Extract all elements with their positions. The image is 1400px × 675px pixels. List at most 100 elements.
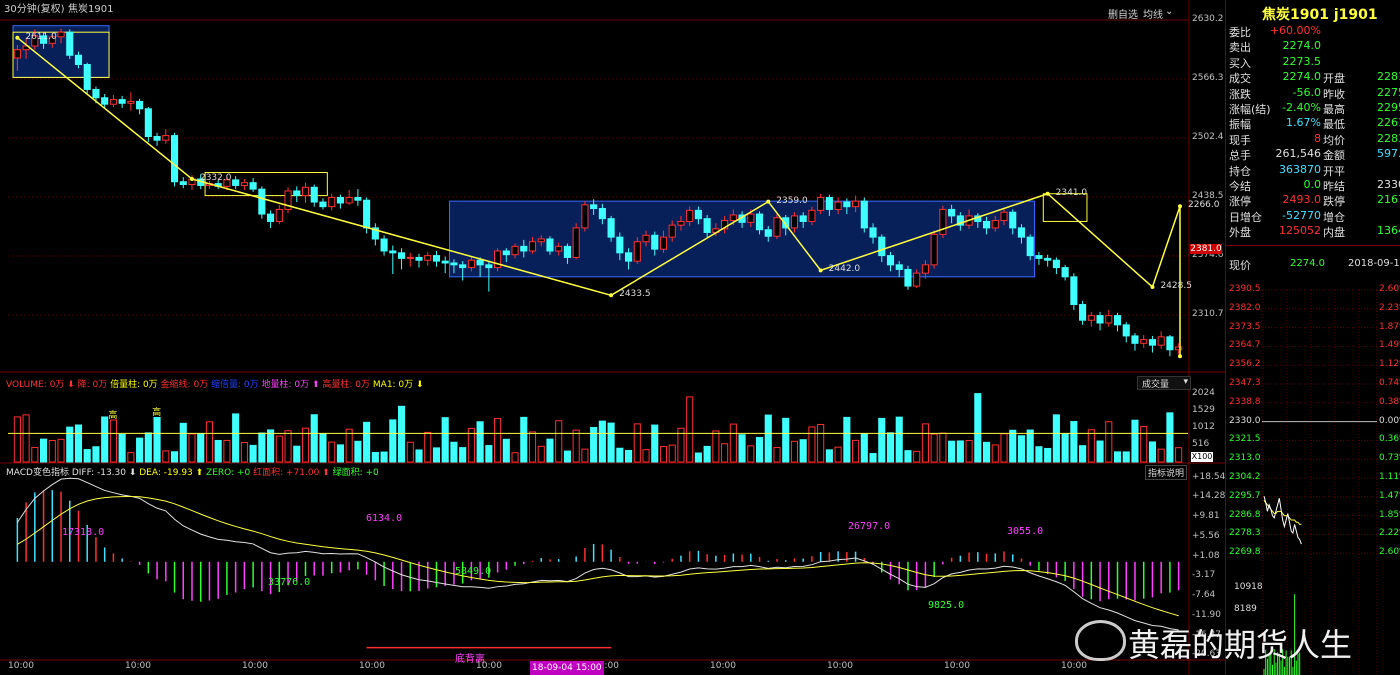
candle	[92, 88, 100, 99]
candle	[336, 196, 344, 204]
candle	[380, 238, 388, 252]
candle	[555, 245, 563, 252]
volume-bar	[153, 416, 161, 463]
candle	[747, 213, 755, 223]
volume-bar	[860, 433, 868, 463]
macd-tick-label: -11.90	[1192, 609, 1222, 620]
volume-bar	[572, 429, 580, 463]
volume-bar	[380, 451, 388, 463]
candle	[537, 238, 545, 243]
macd-legend-item: 绿面积: +0	[332, 468, 379, 478]
volume-bar	[729, 423, 737, 463]
quote-key: 现手	[1229, 133, 1251, 147]
volume-bar	[371, 451, 379, 463]
volume-bar	[179, 422, 187, 463]
volume-bar	[354, 440, 362, 463]
candle	[240, 182, 248, 186]
volume-bar	[799, 439, 807, 463]
candle	[755, 213, 764, 231]
candle	[258, 188, 266, 215]
pivot-price-label: 2266.0	[1188, 200, 1220, 211]
quote-value: 2261	[1377, 116, 1400, 130]
candle	[275, 208, 283, 222]
volume-bar	[40, 438, 48, 463]
quote-key: 最低	[1323, 118, 1345, 132]
volume-bar	[144, 432, 152, 463]
macd-area-label: 33776.0	[268, 577, 311, 588]
mini-left-tick: 2286.8	[1229, 509, 1261, 520]
mini-volume-tick: 10918	[1234, 582, 1263, 592]
volume-bar	[275, 435, 283, 463]
volume-bar	[1079, 445, 1087, 463]
candle	[886, 255, 895, 266]
quote-row: 今结 0.0昨结 2330	[1229, 178, 1400, 193]
candle	[686, 209, 694, 222]
volume-bar	[852, 439, 860, 463]
candle	[659, 236, 668, 250]
quote-value: 2167	[1377, 193, 1400, 207]
volume-bar	[1044, 447, 1052, 463]
candle	[1148, 339, 1156, 346]
mini-right-tick: 1.47%	[1379, 490, 1400, 501]
volume-bar	[930, 433, 938, 463]
candle	[1096, 315, 1104, 324]
volume-legend-item: MA1: 0万 ⬇	[372, 380, 424, 390]
candle	[66, 31, 74, 56]
quote-row: 总手 261,546金额 597.2	[1229, 147, 1400, 162]
quote-value: 2493.0	[1282, 193, 1322, 207]
volume-bar	[590, 426, 598, 463]
time-tick-label: 10:00	[710, 661, 736, 671]
macd-area-label: 6134.0	[366, 513, 403, 524]
watermark-text: 黄磊的期货人生	[1128, 626, 1353, 664]
quote-value: -52770	[1282, 208, 1321, 222]
quote-row: 卖出 2274.0	[1229, 39, 1400, 54]
candle	[808, 209, 816, 222]
volume-bar	[74, 424, 83, 463]
volume-bar	[336, 444, 344, 463]
volume-bar	[267, 429, 275, 463]
candle	[310, 186, 318, 203]
volume-bar	[1000, 433, 1008, 463]
quote-value: 0.0	[1303, 178, 1322, 191]
volume-bar	[703, 445, 711, 463]
candle	[790, 215, 799, 229]
indicator-dropdown[interactable]: 成交量 ▾	[1137, 376, 1191, 390]
macd-tick-label: +18.54	[1192, 472, 1226, 482]
volume-bar	[555, 420, 563, 463]
candle	[389, 250, 397, 254]
volume-bar	[843, 416, 851, 463]
candle	[677, 220, 685, 226]
candle	[1017, 227, 1026, 238]
volume-bar	[939, 432, 947, 463]
volume-bar	[1140, 426, 1148, 463]
macd-tick-label: +5.56	[1192, 530, 1220, 541]
volume-bar	[904, 450, 912, 463]
volume-bar	[223, 439, 231, 463]
quote-value: 2274.0	[1282, 70, 1322, 84]
mini-left-tick: 2295.7	[1229, 490, 1261, 501]
quote-value: +60.00%	[1269, 24, 1321, 37]
main-chart-canvas[interactable]	[0, 0, 1225, 675]
candle	[1061, 267, 1069, 278]
volume-bar	[790, 440, 799, 463]
quote-value: 261,546	[1275, 147, 1322, 161]
pattern-rectangle	[1042, 193, 1088, 222]
volume-bar	[1017, 435, 1026, 463]
quote-value: 2274.0	[1282, 39, 1322, 53]
volume-bar	[240, 442, 248, 463]
volume-bar	[895, 416, 903, 463]
quote-title: 焦炭1901 j1901	[1262, 7, 1378, 23]
volume-bar	[1175, 447, 1183, 463]
volume-bar	[633, 423, 641, 463]
candle	[528, 241, 537, 252]
candle	[450, 262, 458, 266]
candle	[651, 234, 659, 250]
candle	[249, 182, 257, 190]
indicator-help-button[interactable]: 指标说明	[1145, 465, 1188, 480]
price-tick-label: 2630.2	[1192, 14, 1224, 24]
volume-bar	[363, 421, 371, 463]
candle	[668, 224, 676, 238]
candle	[904, 268, 912, 287]
volume-bar	[764, 414, 772, 463]
volume-bar	[31, 446, 39, 463]
